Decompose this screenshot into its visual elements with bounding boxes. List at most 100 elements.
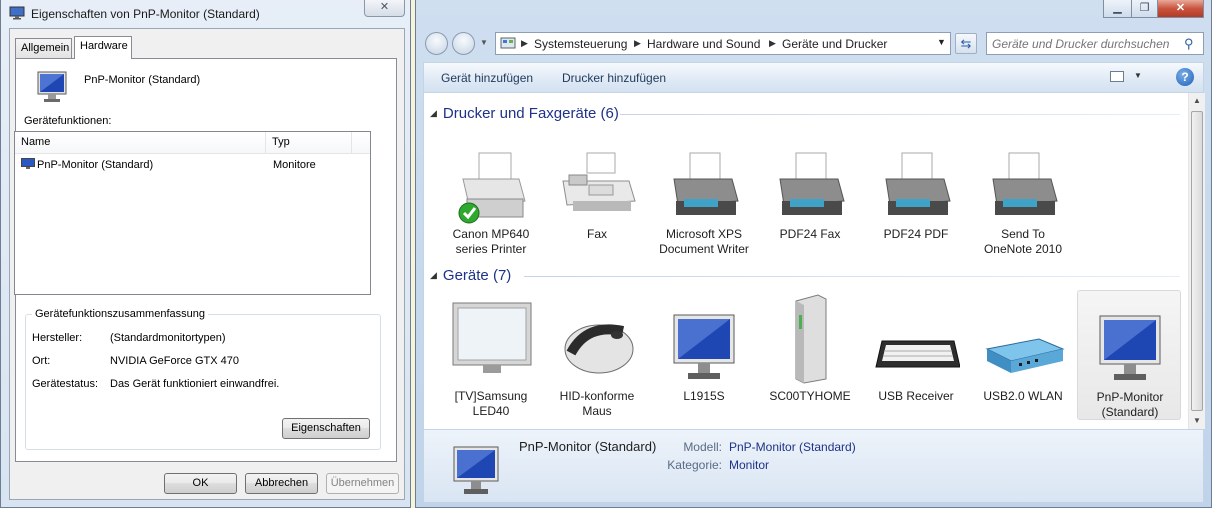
device-item-usb-receiver[interactable]: USB Receiver (864, 293, 968, 423)
printers-group-header[interactable]: ◢ Drucker und Faxgeräte (6) (430, 105, 619, 122)
functions-list[interactable]: Name Typ PnP-Monitor (Standard) Monitore (14, 131, 371, 295)
device-label: PDF24 Fax (779, 227, 841, 241)
help-button[interactable]: ? (1176, 68, 1194, 86)
device-label-2: Document Writer (659, 242, 749, 256)
wlan-adapter-icon (985, 338, 1065, 373)
dialog-title-bar[interactable]: Eigenschaften von PnP-Monitor (Standard)… (1, 0, 412, 28)
status-value: Das Gerät funktioniert einwandfrei. (110, 378, 280, 390)
printer-icon (992, 152, 1058, 215)
list-row[interactable]: PnP-Monitor (Standard) Monitore (15, 156, 370, 174)
details-category-label: Kategorie: (667, 458, 722, 472)
properties-button[interactable]: Eigenschaften (282, 418, 370, 439)
device-item-fax[interactable]: Fax (545, 149, 649, 259)
device-name: PnP-Monitor (Standard) (84, 74, 201, 86)
breadcrumb-separator-icon[interactable]: ▶ (769, 38, 776, 49)
forward-button[interactable] (452, 32, 475, 55)
device-label: [TV]Samsung (454, 389, 528, 403)
minimize-button[interactable]: ▁ (1103, 0, 1132, 18)
device-label: Microsoft XPS (665, 227, 743, 241)
recent-pages-dropdown-icon[interactable]: ▼ (480, 38, 488, 47)
devices-group-title: Geräte (7) (442, 267, 512, 284)
close-button[interactable]: ✕ (1157, 0, 1204, 18)
device-label: USB2.0 WLAN (983, 389, 1063, 403)
device-label-2: OneNote 2010 (983, 242, 1063, 256)
summary-group: Gerätefunktionszusammenfassung Herstelle… (25, 308, 381, 450)
devices-group-header[interactable]: ◢ Geräte (7) (430, 267, 511, 284)
search-input[interactable] (988, 34, 1178, 53)
device-label: PDF24 PDF (883, 227, 949, 241)
breadcrumb-systemsteuerung[interactable]: Systemsteuerung (534, 37, 627, 51)
details-category-value: Monitor (729, 458, 770, 472)
devices-content-area: ◢ Drucker und Faxgeräte (6) Canon MP640 s… (423, 93, 1205, 429)
vertical-scrollbar[interactable]: ▲ ▼ (1188, 93, 1205, 429)
printer-icon (779, 152, 845, 215)
row-type: Monitore (273, 159, 316, 171)
device-label: Canon MP640 (452, 227, 530, 241)
manufacturer-value: (Standardmonitortypen) (110, 332, 226, 344)
keyboard-icon (875, 340, 960, 368)
refresh-button[interactable]: ⇆ (955, 33, 977, 54)
device-label: HID-konforme (559, 389, 635, 403)
device-item-l1915s[interactable]: L1915S (652, 293, 756, 423)
refresh-icon: ⇆ (960, 36, 972, 51)
printers-group-title: Drucker und Faxgeräte (6) (442, 105, 619, 122)
device-label: PnP-Monitor (1096, 390, 1164, 404)
column-name[interactable]: Name (15, 132, 266, 153)
device-label-2: LED40 (472, 404, 510, 418)
search-icon[interactable]: ⚲ (1184, 36, 1194, 52)
device-item-mouse[interactable]: HID-konforme Maus (545, 293, 649, 423)
device-item-onenote[interactable]: Send To OneNote 2010 (971, 149, 1075, 259)
device-item-samsung-tv[interactable]: [TV]Samsung LED40 (439, 293, 543, 423)
device-item-canon[interactable]: Canon MP640 series Printer (439, 149, 543, 259)
hardware-tab-panel: PnP-Monitor (Standard) Gerätefunktionen:… (14, 58, 397, 462)
back-button[interactable] (425, 32, 448, 55)
monitor-icon (21, 158, 35, 169)
cancel-button[interactable]: Abbrechen (245, 473, 318, 494)
device-label: Send To (1001, 227, 1045, 241)
printer-default-icon (458, 152, 526, 224)
breadcrumb-hardware-sound[interactable]: Hardware und Sound (647, 37, 760, 51)
address-dropdown-icon[interactable]: ▼ (937, 37, 946, 47)
breadcrumb-geraete-drucker[interactable]: Geräte und Drucker (782, 37, 887, 51)
summary-title: Gerätefunktionszusammenfassung (32, 308, 208, 320)
device-item-usb-wlan[interactable]: USB2.0 WLAN (971, 293, 1075, 423)
collapse-arrow-icon[interactable]: ◢ (430, 108, 437, 118)
maximize-button[interactable]: ❐ (1131, 0, 1158, 18)
column-type[interactable]: Typ (266, 132, 352, 153)
breadcrumb-separator-icon[interactable]: ▶ (521, 38, 528, 49)
control-panel-icon (500, 37, 516, 49)
device-item-sc00tyhome[interactable]: SC00TYHOME (758, 293, 862, 423)
monitor-icon (37, 71, 67, 102)
device-label-2: series Printer (455, 242, 527, 256)
dialog-close-button[interactable]: ✕ (364, 0, 405, 17)
scroll-down-icon[interactable]: ▼ (1193, 416, 1201, 425)
change-view-icon[interactable] (1110, 71, 1124, 82)
functions-label: Gerätefunktionen: (24, 115, 112, 127)
command-bar: Gerät hinzufügen Drucker hinzufügen ▼ ? (423, 62, 1204, 93)
status-label: Gerätestatus: (32, 378, 99, 390)
ok-button[interactable]: OK (164, 473, 237, 494)
dialog-title: Eigenschaften von PnP-Monitor (Standard) (31, 7, 260, 21)
search-box[interactable]: ⚲ (986, 32, 1204, 55)
collapse-arrow-icon[interactable]: ◢ (430, 270, 437, 280)
devices-printers-window: ▁ ❐ ✕ ▼ ▶ Systemsteuerung ▶ Hardware und… (415, 0, 1212, 508)
device-item-xps[interactable]: Microsoft XPS Document Writer (652, 149, 756, 259)
tab-hardware[interactable]: Hardware (74, 36, 132, 59)
scroll-thumb[interactable] (1191, 111, 1203, 411)
device-label-2: (Standard) (1101, 405, 1159, 419)
device-item-pdf24-fax[interactable]: PDF24 Fax (758, 149, 862, 259)
device-item-pdf24-pdf[interactable]: PDF24 PDF (864, 149, 968, 259)
add-device-button[interactable]: Gerät hinzufügen (441, 71, 533, 85)
tab-allgemein[interactable]: Allgemein (15, 38, 72, 58)
apply-button[interactable]: Übernehmen (326, 473, 399, 494)
location-value: NVIDIA GeForce GTX 470 (110, 355, 239, 367)
device-label: USB Receiver (878, 389, 954, 403)
scroll-up-icon[interactable]: ▲ (1193, 96, 1201, 105)
breadcrumb-separator-icon[interactable]: ▶ (634, 38, 641, 49)
view-dropdown-icon[interactable]: ▼ (1134, 71, 1142, 80)
address-bar[interactable]: ▶ Systemsteuerung ▶ Hardware und Sound ▶… (495, 32, 951, 55)
tv-icon (452, 302, 532, 373)
device-item-pnp-monitor[interactable]: PnP-Monitor (Standard) (1077, 290, 1181, 420)
add-printer-button[interactable]: Drucker hinzufügen (562, 71, 666, 85)
device-label: SC00TYHOME (769, 389, 851, 403)
